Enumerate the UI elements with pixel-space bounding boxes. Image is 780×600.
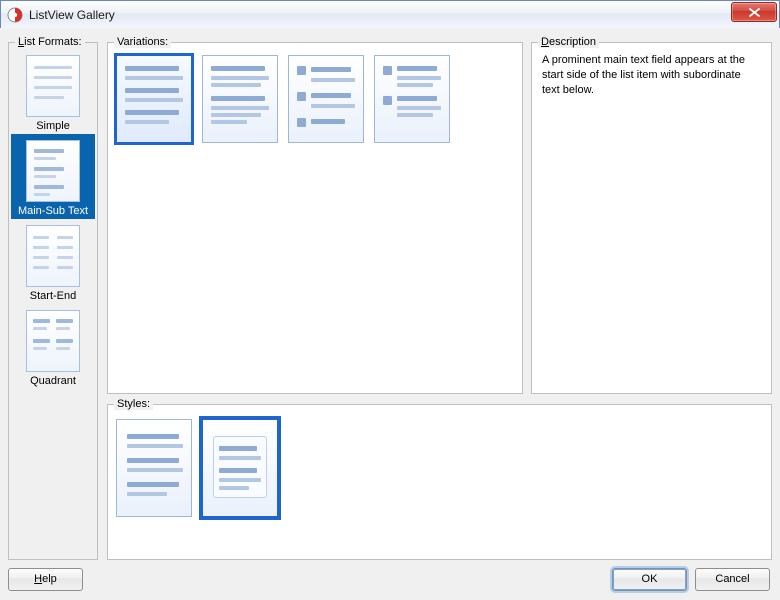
close-button[interactable]: [731, 2, 777, 22]
variations-panel: Variations:: [107, 42, 523, 394]
list-formats-label: List Formats:: [15, 36, 85, 48]
format-thumb: [26, 310, 80, 372]
variation-item[interactable]: [288, 55, 364, 143]
app-icon: [7, 7, 23, 23]
styles-label: Styles:: [114, 398, 153, 410]
format-thumb: [26, 225, 80, 287]
format-label: Main-Sub Text: [18, 205, 88, 217]
format-label: Start-End: [30, 290, 76, 302]
titlebar: ListView Gallery: [1, 1, 779, 29]
button-row: Help OK Cancel: [8, 566, 770, 592]
style-item[interactable]: [116, 419, 192, 517]
variation-item[interactable]: [116, 55, 192, 143]
variation-item[interactable]: [202, 55, 278, 143]
help-button[interactable]: Help: [8, 568, 83, 591]
close-icon: [749, 8, 760, 17]
format-item-quadrant[interactable]: Quadrant: [11, 304, 95, 389]
format-thumb: [26, 55, 80, 117]
ok-button[interactable]: OK: [612, 568, 687, 591]
format-thumb: [26, 140, 80, 202]
description-label: Description: [538, 36, 599, 48]
format-label: Simple: [36, 120, 70, 132]
styles-panel: Styles:: [107, 404, 772, 560]
description-text: A prominent main text field appears at t…: [542, 53, 761, 383]
variations-label: Variations:: [114, 36, 171, 48]
format-item-main-sub-text[interactable]: Main-Sub Text: [11, 134, 95, 219]
window-title: ListView Gallery: [29, 8, 115, 22]
format-item-simple[interactable]: Simple: [11, 49, 95, 134]
cancel-button[interactable]: Cancel: [695, 568, 770, 591]
list-formats-panel: List Formats: Simple: [8, 42, 98, 560]
format-item-start-end[interactable]: Start-End: [11, 219, 95, 304]
description-panel: Description A prominent main text field …: [531, 42, 772, 394]
variation-item[interactable]: [374, 55, 450, 143]
style-item[interactable]: [202, 419, 278, 517]
dialog-content: List Formats: Simple: [0, 28, 780, 600]
format-label: Quadrant: [30, 375, 76, 387]
